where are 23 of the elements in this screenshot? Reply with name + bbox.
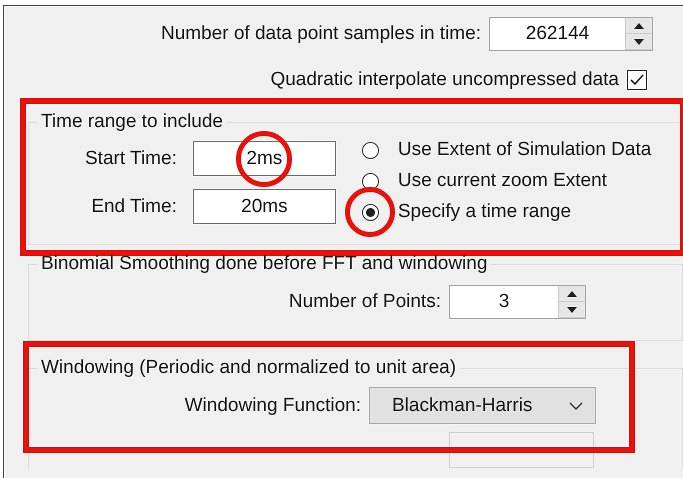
checkbox[interactable] (627, 70, 647, 90)
spin-field[interactable]: 262144 (489, 17, 653, 51)
field-label: Windowing Function: (184, 394, 361, 416)
chevron-down-icon (569, 402, 583, 410)
dropdown[interactable]: Blackman-Harris (369, 387, 596, 424)
input-field[interactable]: 2ms (192, 141, 336, 176)
radio-label: Use Extent of Simulation Data (398, 139, 652, 161)
group-title: Time range to include (40, 111, 224, 133)
check-icon (630, 74, 644, 86)
spin-field[interactable]: 3 (449, 285, 586, 319)
field-label: End Time: (91, 196, 177, 218)
radio-button[interactable] (362, 204, 379, 220)
radio-button[interactable] (362, 172, 379, 190)
field-label: Number of Points: (288, 291, 441, 313)
field-label: Number of data point samples in time: (161, 23, 481, 45)
radio-label: Use current zoom Extent (398, 170, 607, 192)
group-title: Windowing (Periodic and normalized to unit area) (40, 357, 458, 379)
radio-button[interactable] (362, 142, 379, 158)
radio-label: Specify a time range (398, 201, 572, 223)
field-label: Start Time: (85, 148, 177, 170)
input-field[interactable]: 20ms (192, 189, 336, 224)
checkbox-label: Quadratic interpolate uncompressed data (270, 69, 619, 91)
group-title: Binomial Smoothing done before FFT and windowing (40, 253, 488, 275)
